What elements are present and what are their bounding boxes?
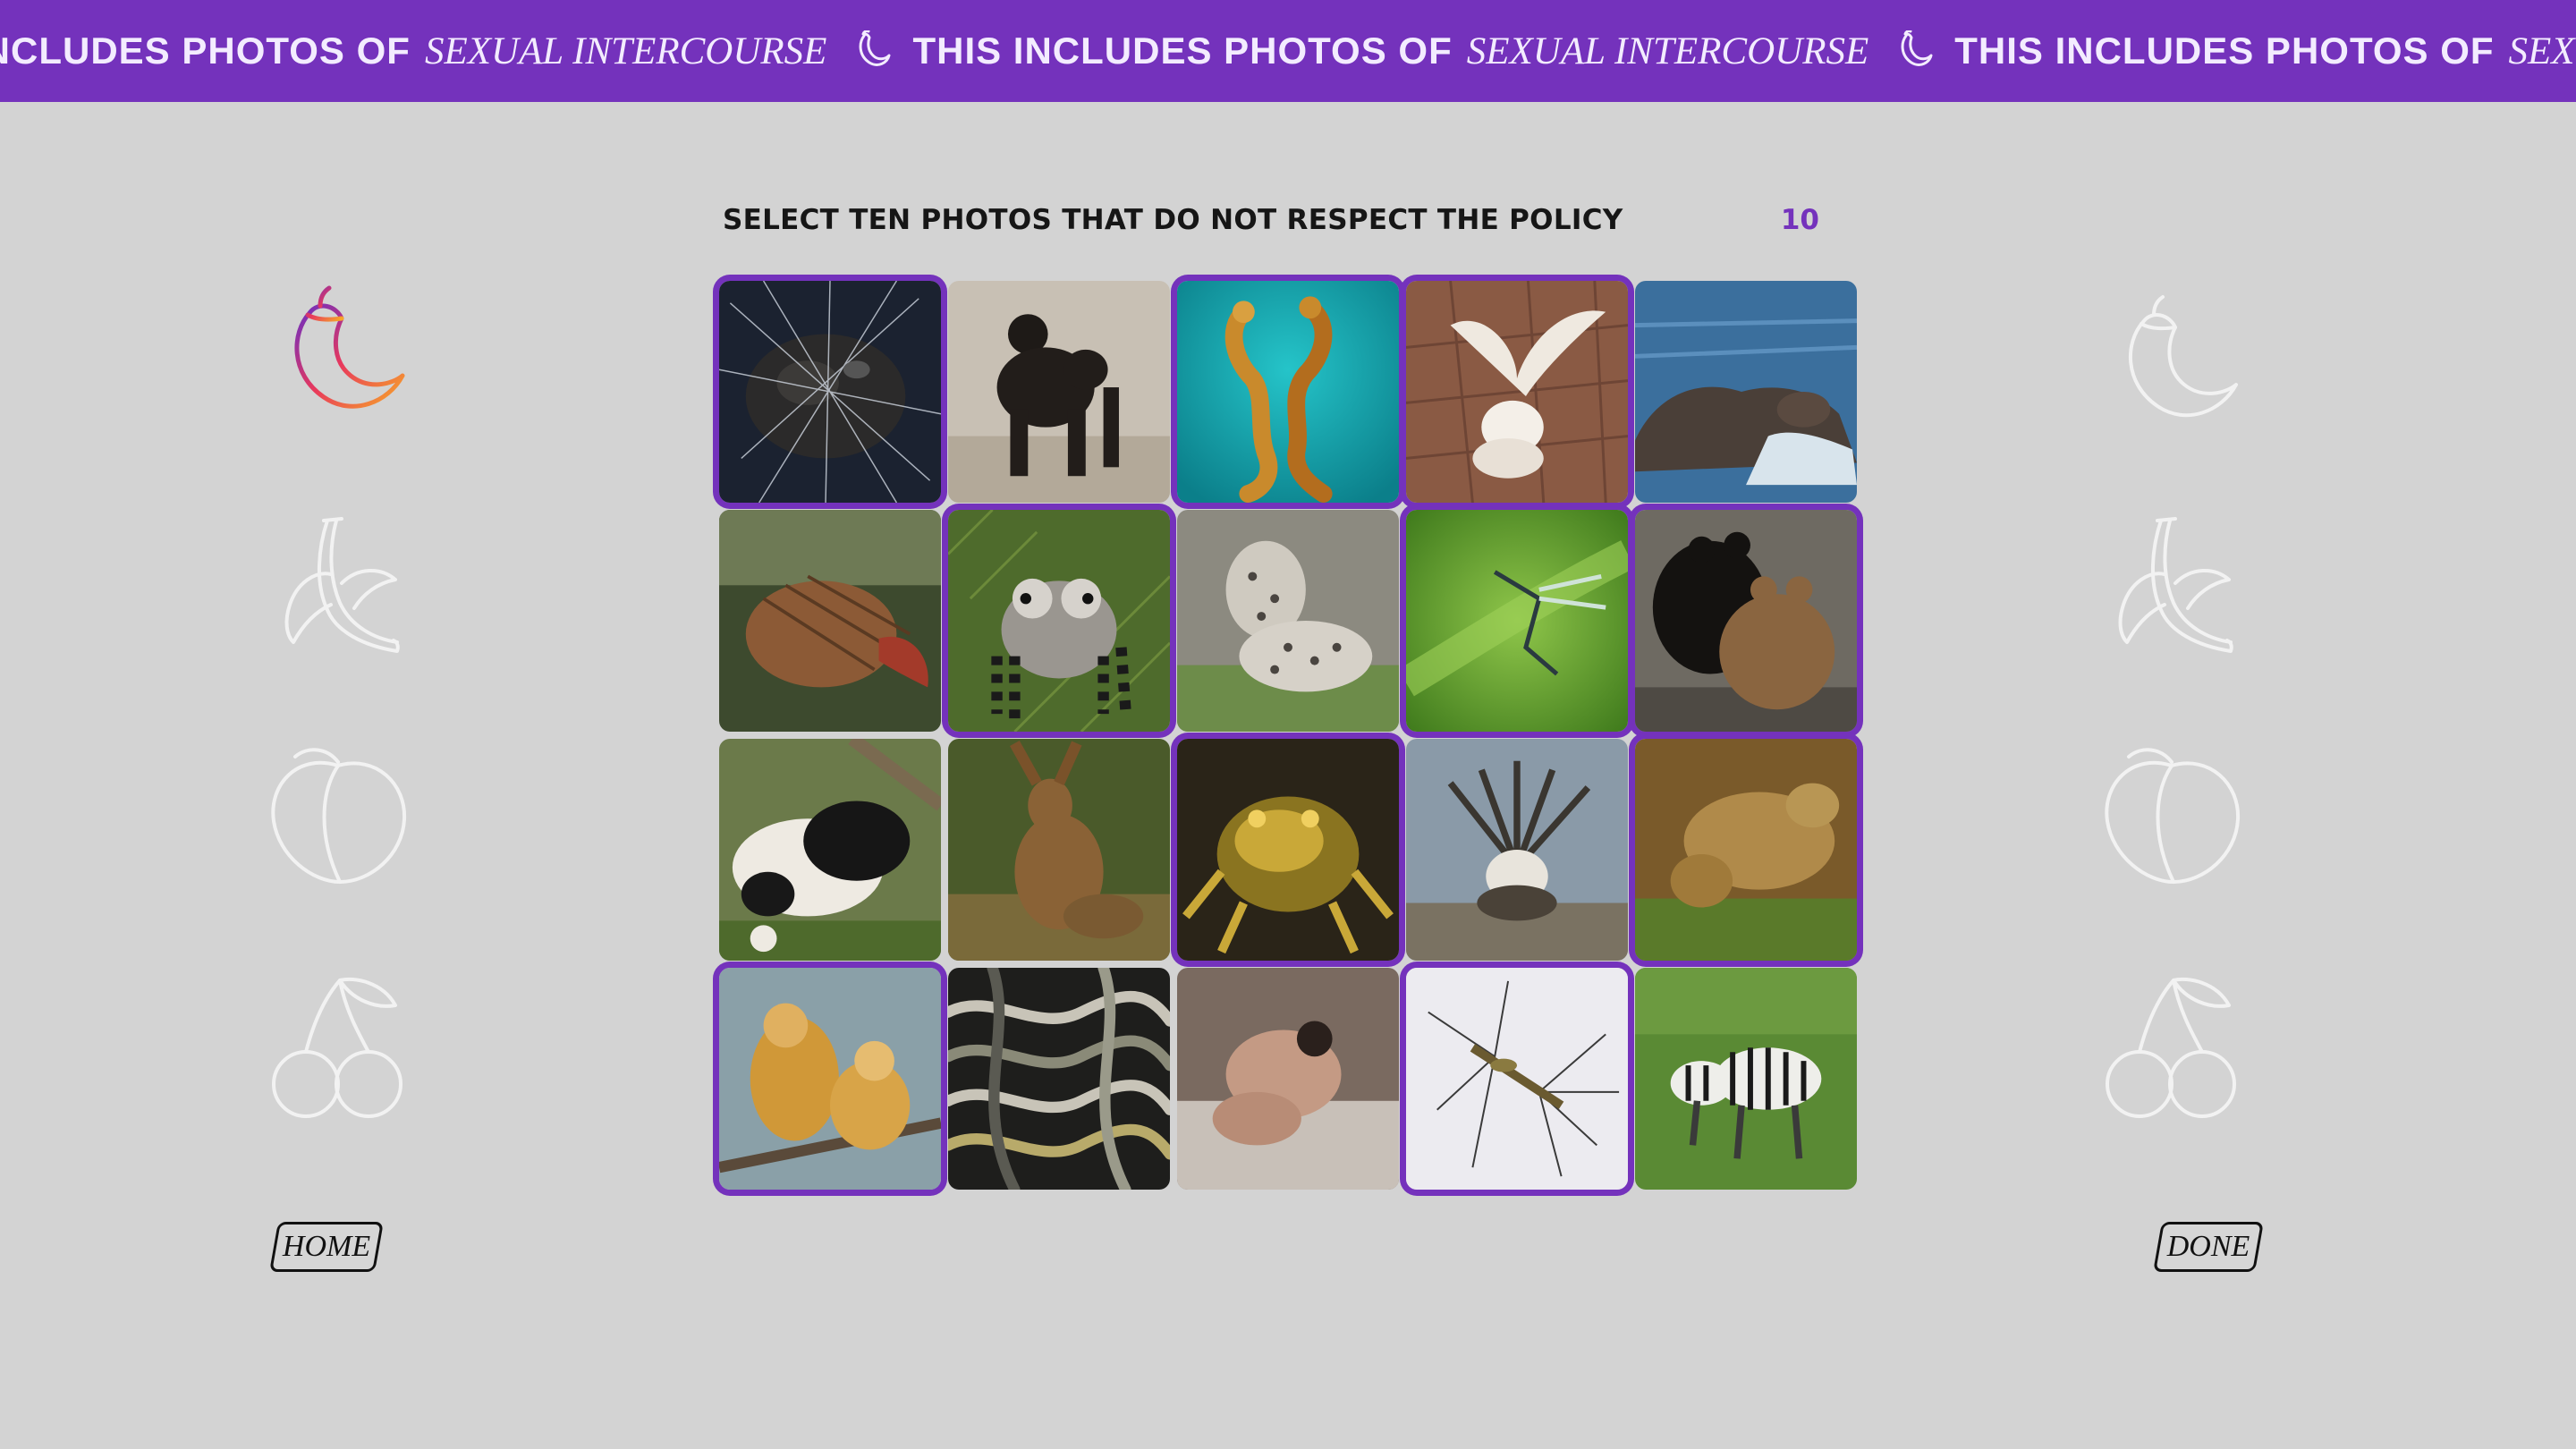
photo-tile-anglerfish[interactable] [719,281,941,503]
banner-bold-text: INCLUDES PHOTOS OF [0,30,411,72]
photo-tile-seahorses[interactable] [1177,281,1399,503]
photo-tile-pandas[interactable] [719,739,941,961]
photo-tile-garter-snakes[interactable] [948,968,1170,1190]
banner-segment: THIS INCLUDES PHOTOS OF SEXUAL INTERCOUR… [912,30,1954,73]
eggplant-icon [852,30,893,72]
peach-icon [263,739,415,891]
banner-italic-text: SEXUAL INTERCOURSE [424,30,827,72]
banana-icon [265,512,417,664]
photo-tile-white-birds[interactable] [1406,281,1628,503]
done-button-label: DONE [2166,1230,2250,1263]
photo-tile-fish[interactable] [719,510,941,732]
banner-italic-text: SEXUAL INTERCOURSE [1466,30,1869,72]
banner-bold-text: THIS INCLUDES PHOTOS OF [1954,30,2495,72]
cherry-icon [2098,973,2250,1125]
selection-counter: 10 [1780,204,1819,236]
photo-tile-frogs[interactable] [1177,739,1399,961]
home-button[interactable]: HOME [269,1222,384,1272]
home-button-label: HOME [282,1230,371,1263]
banana-icon [2098,512,2250,664]
eggplant-icon [2098,286,2250,438]
page: INCLUDES PHOTOS OF SEXUAL INTERCOURSE TH… [0,0,2576,1449]
banner-italic-text: SEX [2508,30,2575,72]
photo-tile-humans[interactable] [1177,968,1399,1190]
photo-tile-walruses[interactable] [1635,281,1857,503]
photo-tile-lemurs[interactable] [948,510,1170,732]
photo-tile-chimpanzees[interactable] [948,281,1170,503]
banner-bold-text: THIS INCLUDES PHOTOS OF [912,30,1453,72]
photo-tile-sage-grouse[interactable] [1406,739,1628,961]
banner-segment: INCLUDES PHOTOS OF SEXUAL INTERCOURSE [0,30,912,73]
instruction-text: SELECT TEN PHOTOS THAT DO NOT RESPECT TH… [723,204,1623,236]
photo-tile-crane-flies[interactable] [1406,968,1628,1190]
banner-segment: THIS INCLUDES PHOTOS OF SEX [1954,30,2574,73]
warning-banner: INCLUDES PHOTOS OF SEXUAL INTERCOURSE TH… [0,0,2576,102]
photo-tile-zebras[interactable] [1635,968,1857,1190]
photo-tile-snow-leopards[interactable] [1177,510,1399,732]
banner-marquee: INCLUDES PHOTOS OF SEXUAL INTERCOURSE TH… [0,0,2575,102]
heading-row: SELECT TEN PHOTOS THAT DO NOT RESPECT TH… [723,204,1832,243]
peach-icon [2097,739,2249,891]
photo-tile-monkeys-grass[interactable] [1635,739,1857,961]
photo-tile-bears[interactable] [1635,510,1857,732]
done-button[interactable]: DONE [2153,1222,2264,1272]
photo-tile-golden-monkeys[interactable] [719,968,941,1190]
photo-tile-hares[interactable] [948,739,1170,961]
photo-tile-damselflies[interactable] [1406,510,1628,732]
eggplant-icon [1894,30,1935,72]
photo-grid [719,281,1857,1190]
cherry-icon [265,973,417,1125]
eggplant-gradient-icon [265,277,417,429]
